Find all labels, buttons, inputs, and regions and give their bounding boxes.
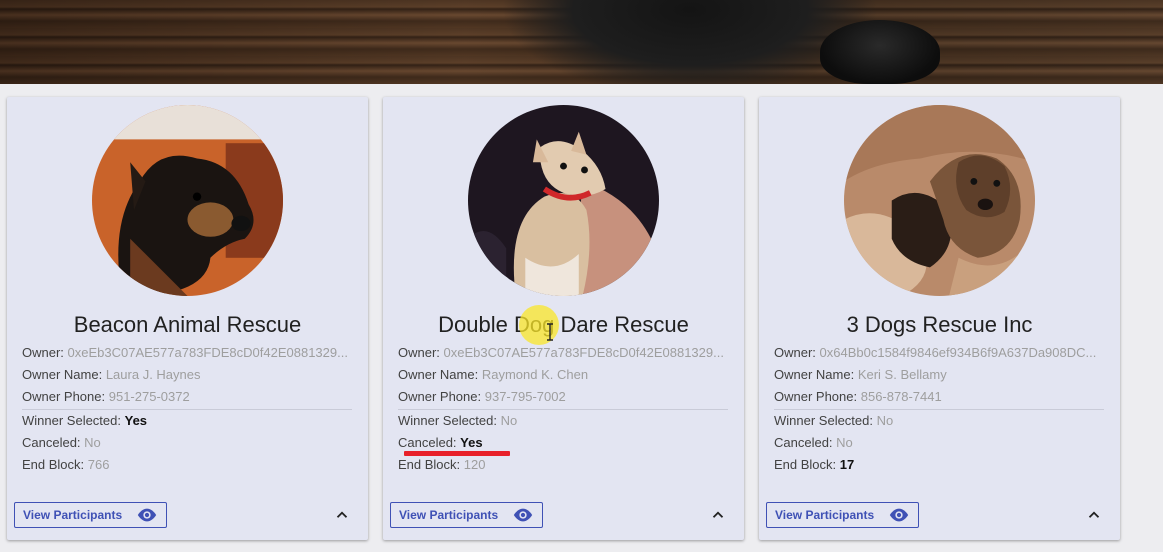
end-block-row: End Block: 120 xyxy=(398,457,486,472)
rescue-name: Double Dog Dare Rescue xyxy=(438,312,689,337)
view-participants-button[interactable]: View Participants xyxy=(766,502,919,528)
winner-row: Winner Selected: No xyxy=(398,413,518,428)
eye-icon xyxy=(137,508,157,522)
rescue-avatar xyxy=(468,105,659,296)
owner-row: Owner: 0xeEb3C07AE577a783FDE8cD0f42E0881… xyxy=(22,345,348,360)
owner-name-row: Owner Name: Laura J. Haynes xyxy=(22,367,201,382)
canceled-value: Yes xyxy=(460,435,483,450)
owner-name-row: Owner Name: Raymond K. Chen xyxy=(398,367,589,382)
annotation-underline xyxy=(404,451,510,456)
owner-row: Owner: 0xeEb3C07AE577a783FDE8cD0f42E0881… xyxy=(398,345,724,360)
view-participants-label: View Participants xyxy=(23,508,123,522)
view-participants-button[interactable]: View Participants xyxy=(390,502,543,528)
owner-phone-row: Owner Phone: 937-795-7002 xyxy=(398,389,566,404)
rescue-card: Double Dog Dare Rescue Owner: 0xeEb3C07A… xyxy=(383,97,744,540)
rescue-card: 3 Dogs Rescue Inc Owner: 0x64Bb0c1584f98… xyxy=(759,97,1120,540)
chevron-up-icon[interactable] xyxy=(333,506,351,524)
chevron-up-icon[interactable] xyxy=(1085,506,1103,524)
winner-value: No xyxy=(500,413,518,428)
winner-row: Winner Selected: Yes xyxy=(22,413,148,428)
owner-name: Keri S. Bellamy xyxy=(857,367,947,382)
eye-icon xyxy=(889,508,909,522)
winner-value: No xyxy=(876,413,894,428)
rescue-card: Beacon Animal Rescue Owner: 0xeEb3C07AE5… xyxy=(7,97,368,540)
divider xyxy=(398,409,728,410)
hero-banner-image xyxy=(0,0,1163,84)
text-cursor-icon xyxy=(547,323,553,341)
canceled-value: No xyxy=(84,435,101,450)
owner-phone: 856-878-7441 xyxy=(860,389,942,404)
owner-address: 0xeEb3C07AE577a783FDE8cD0f42E0881329... xyxy=(67,345,348,360)
view-participants-label: View Participants xyxy=(775,508,875,522)
owner-phone: 937-795-7002 xyxy=(484,389,566,404)
owner-name: Raymond K. Chen xyxy=(481,367,589,382)
view-participants-button[interactable]: View Participants xyxy=(14,502,167,528)
eye-icon xyxy=(513,508,533,522)
rescue-name: 3 Dogs Rescue Inc xyxy=(846,312,1033,337)
owner-address: 0x64Bb0c1584f9846ef934B6f9A637Da908DC... xyxy=(819,345,1097,360)
owner-phone-row: Owner Phone: 856-878-7441 xyxy=(774,389,942,404)
winner-value: Yes xyxy=(124,413,148,428)
rescue-name: Beacon Animal Rescue xyxy=(73,312,302,337)
end-block-value: 120 xyxy=(463,457,486,472)
canceled-row: Canceled: No xyxy=(22,435,101,450)
canceled-value: No xyxy=(836,435,853,450)
owner-address: 0xeEb3C07AE577a783FDE8cD0f42E0881329... xyxy=(443,345,724,360)
end-block-row: End Block: 17 xyxy=(774,457,855,472)
owner-phone: 951-275-0372 xyxy=(108,389,190,404)
canceled-row: Canceled: No xyxy=(774,435,853,450)
owner-name: Laura J. Haynes xyxy=(105,367,201,382)
chevron-up-icon[interactable] xyxy=(709,506,727,524)
end-block-value: 17 xyxy=(839,457,855,472)
divider xyxy=(774,409,1104,410)
view-participants-label: View Participants xyxy=(399,508,499,522)
winner-row: Winner Selected: No xyxy=(774,413,894,428)
rescue-avatar xyxy=(844,105,1035,296)
end-block-row: End Block: 766 xyxy=(22,457,110,472)
dog-nose-shape xyxy=(820,20,940,84)
rescue-avatar xyxy=(92,105,283,296)
owner-row: Owner: 0x64Bb0c1584f9846ef934B6f9A637Da9… xyxy=(774,345,1097,360)
divider xyxy=(22,409,352,410)
owner-phone-row: Owner Phone: 951-275-0372 xyxy=(22,389,190,404)
end-block-value: 766 xyxy=(87,457,110,472)
owner-name-row: Owner Name: Keri S. Bellamy xyxy=(774,367,947,382)
